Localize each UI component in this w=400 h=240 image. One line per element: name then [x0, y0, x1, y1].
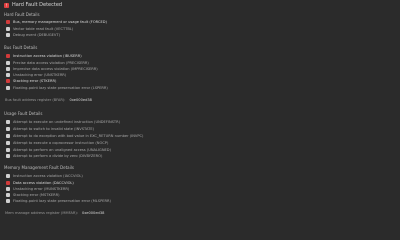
bfar-value: 0xe000ed38: [69, 98, 92, 102]
checkbox[interactable]: [6, 86, 10, 90]
checkbox-checked[interactable]: [6, 54, 10, 58]
checkbox[interactable]: [6, 174, 10, 178]
bfar-label: Bus fault address register (BFAR):: [5, 98, 66, 102]
mmfar-value: 0xe000ed38: [81, 211, 105, 215]
checkbox[interactable]: [6, 134, 10, 138]
bus-fault-stkerr-checkbox[interactable]: Stacking error (STKERR): [6, 79, 56, 83]
checkbox-checked[interactable]: [6, 181, 10, 185]
bus-fault-lsperr-checkbox[interactable]: Floating-point lazy state preservation e…: [6, 86, 108, 90]
bus-fault-unstkerr-checkbox[interactable]: Unstacking error (UNSTKERR): [6, 73, 66, 77]
error-icon: !: [4, 2, 9, 8]
bfar-readout: Bus fault address register (BFAR): 0xe00…: [5, 98, 92, 102]
usage-fault-divbyzero-checkbox[interactable]: Attempt to perform a divide by zero (DIV…: [6, 154, 102, 158]
memory-fault-munstkerr-checkbox[interactable]: Unstacking error (MUNSTKERR): [6, 187, 69, 191]
checkbox[interactable]: [6, 61, 10, 65]
bus-fault-heading: Bus Fault Details: [4, 45, 38, 50]
memory-fault-mstkerr-checkbox[interactable]: Stacking error (MSTKERR): [6, 193, 60, 197]
hard-fault-vecttbl-checkbox[interactable]: Vector table read fault (VECTTBL): [6, 27, 73, 31]
hard-fault-debugevt-checkbox[interactable]: Debug event (DEBUGEVT): [6, 33, 60, 37]
memory-fault-iaccviol-checkbox[interactable]: Instruction access violation (IACCVIOL): [6, 174, 83, 178]
memory-fault-heading: Memory Management Fault Details: [4, 165, 74, 170]
memory-fault-mlsperr-checkbox[interactable]: Floating-point lazy state preservation e…: [6, 199, 111, 203]
checkbox[interactable]: [6, 67, 10, 71]
window-title-bar: ! Hard Fault Detected: [4, 2, 62, 8]
mmfar-label: Mem manage address register (MMFAR):: [5, 211, 78, 215]
hard-fault-forced-checkbox[interactable]: Bus, memory management or usage fault (F…: [6, 20, 107, 24]
usage-fault-invstate-checkbox[interactable]: Attempt to switch to invalid state (INVS…: [6, 127, 94, 131]
bus-fault-preciserr-checkbox[interactable]: Precise data access violation (PRECISERR…: [6, 61, 89, 65]
mmfar-readout: Mem manage address register (MMFAR): 0xe…: [5, 211, 104, 215]
checkbox-checked[interactable]: [6, 79, 10, 83]
checkbox-checked[interactable]: [6, 20, 10, 24]
checkbox[interactable]: [6, 193, 10, 197]
checkbox[interactable]: [6, 141, 10, 145]
usage-fault-undefinstr-checkbox[interactable]: Attempt to execute an undefined instruct…: [6, 120, 120, 124]
checkbox[interactable]: [6, 148, 10, 152]
hard-fault-heading: Hard Fault Details: [4, 12, 40, 17]
checkbox[interactable]: [6, 33, 10, 37]
checkbox[interactable]: [6, 187, 10, 191]
checkbox[interactable]: [6, 154, 10, 158]
usage-fault-heading: Usage Fault Details: [4, 111, 43, 116]
checkbox[interactable]: [6, 120, 10, 124]
usage-fault-invpc-checkbox[interactable]: Attempt to do exception with bad value i…: [6, 134, 143, 138]
checkbox[interactable]: [6, 27, 10, 31]
memory-fault-daccviol-checkbox[interactable]: Data access violation (DACCVIOL): [6, 181, 74, 185]
checkbox[interactable]: [6, 127, 10, 131]
bus-fault-ibuserr-checkbox[interactable]: Instruction access violation (IBUSERR): [6, 54, 82, 58]
checkbox[interactable]: [6, 199, 10, 203]
usage-fault-unaligned-checkbox[interactable]: Attempt to perform an unaligned access (…: [6, 148, 111, 152]
bus-fault-impreciserr-checkbox[interactable]: Imprecise data access violation (IMPRECI…: [6, 67, 98, 71]
checkbox[interactable]: [6, 73, 10, 77]
window-title: Hard Fault Detected: [12, 2, 63, 8]
usage-fault-nocp-checkbox[interactable]: Attempt to execute a coprocessor instruc…: [6, 141, 108, 145]
